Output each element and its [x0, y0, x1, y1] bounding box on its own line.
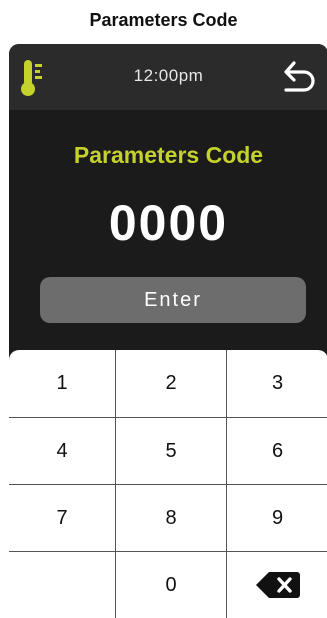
key-9[interactable]: 9	[227, 485, 327, 551]
numeric-keypad: 1 2 3 4 5 6 7 8 9 0	[9, 350, 327, 618]
key-8[interactable]: 8	[116, 485, 226, 551]
undo-arrow-icon[interactable]	[280, 58, 316, 96]
key-7[interactable]: 7	[9, 485, 115, 551]
key-3[interactable]: 3	[227, 350, 327, 417]
key-2[interactable]: 2	[116, 350, 226, 417]
backspace-icon	[255, 572, 300, 598]
key-5[interactable]: 5	[116, 418, 226, 484]
key-blank	[9, 552, 115, 618]
key-1[interactable]: 1	[9, 350, 115, 417]
screen-title: Parameters Code	[73, 142, 264, 168]
top-bar: 12:00pm	[9, 44, 327, 110]
device-screen: 12:00pm Parameters Code 0000 Enter 1 2 3…	[9, 44, 327, 618]
enter-button[interactable]: Enter	[40, 277, 306, 323]
backspace-button[interactable]	[227, 552, 327, 618]
code-display: 0000	[108, 195, 229, 251]
key-0[interactable]: 0	[116, 552, 226, 618]
diagram-caption: Parameters Code	[89, 9, 238, 30]
key-4[interactable]: 4	[9, 418, 115, 484]
key-6[interactable]: 6	[227, 418, 327, 484]
